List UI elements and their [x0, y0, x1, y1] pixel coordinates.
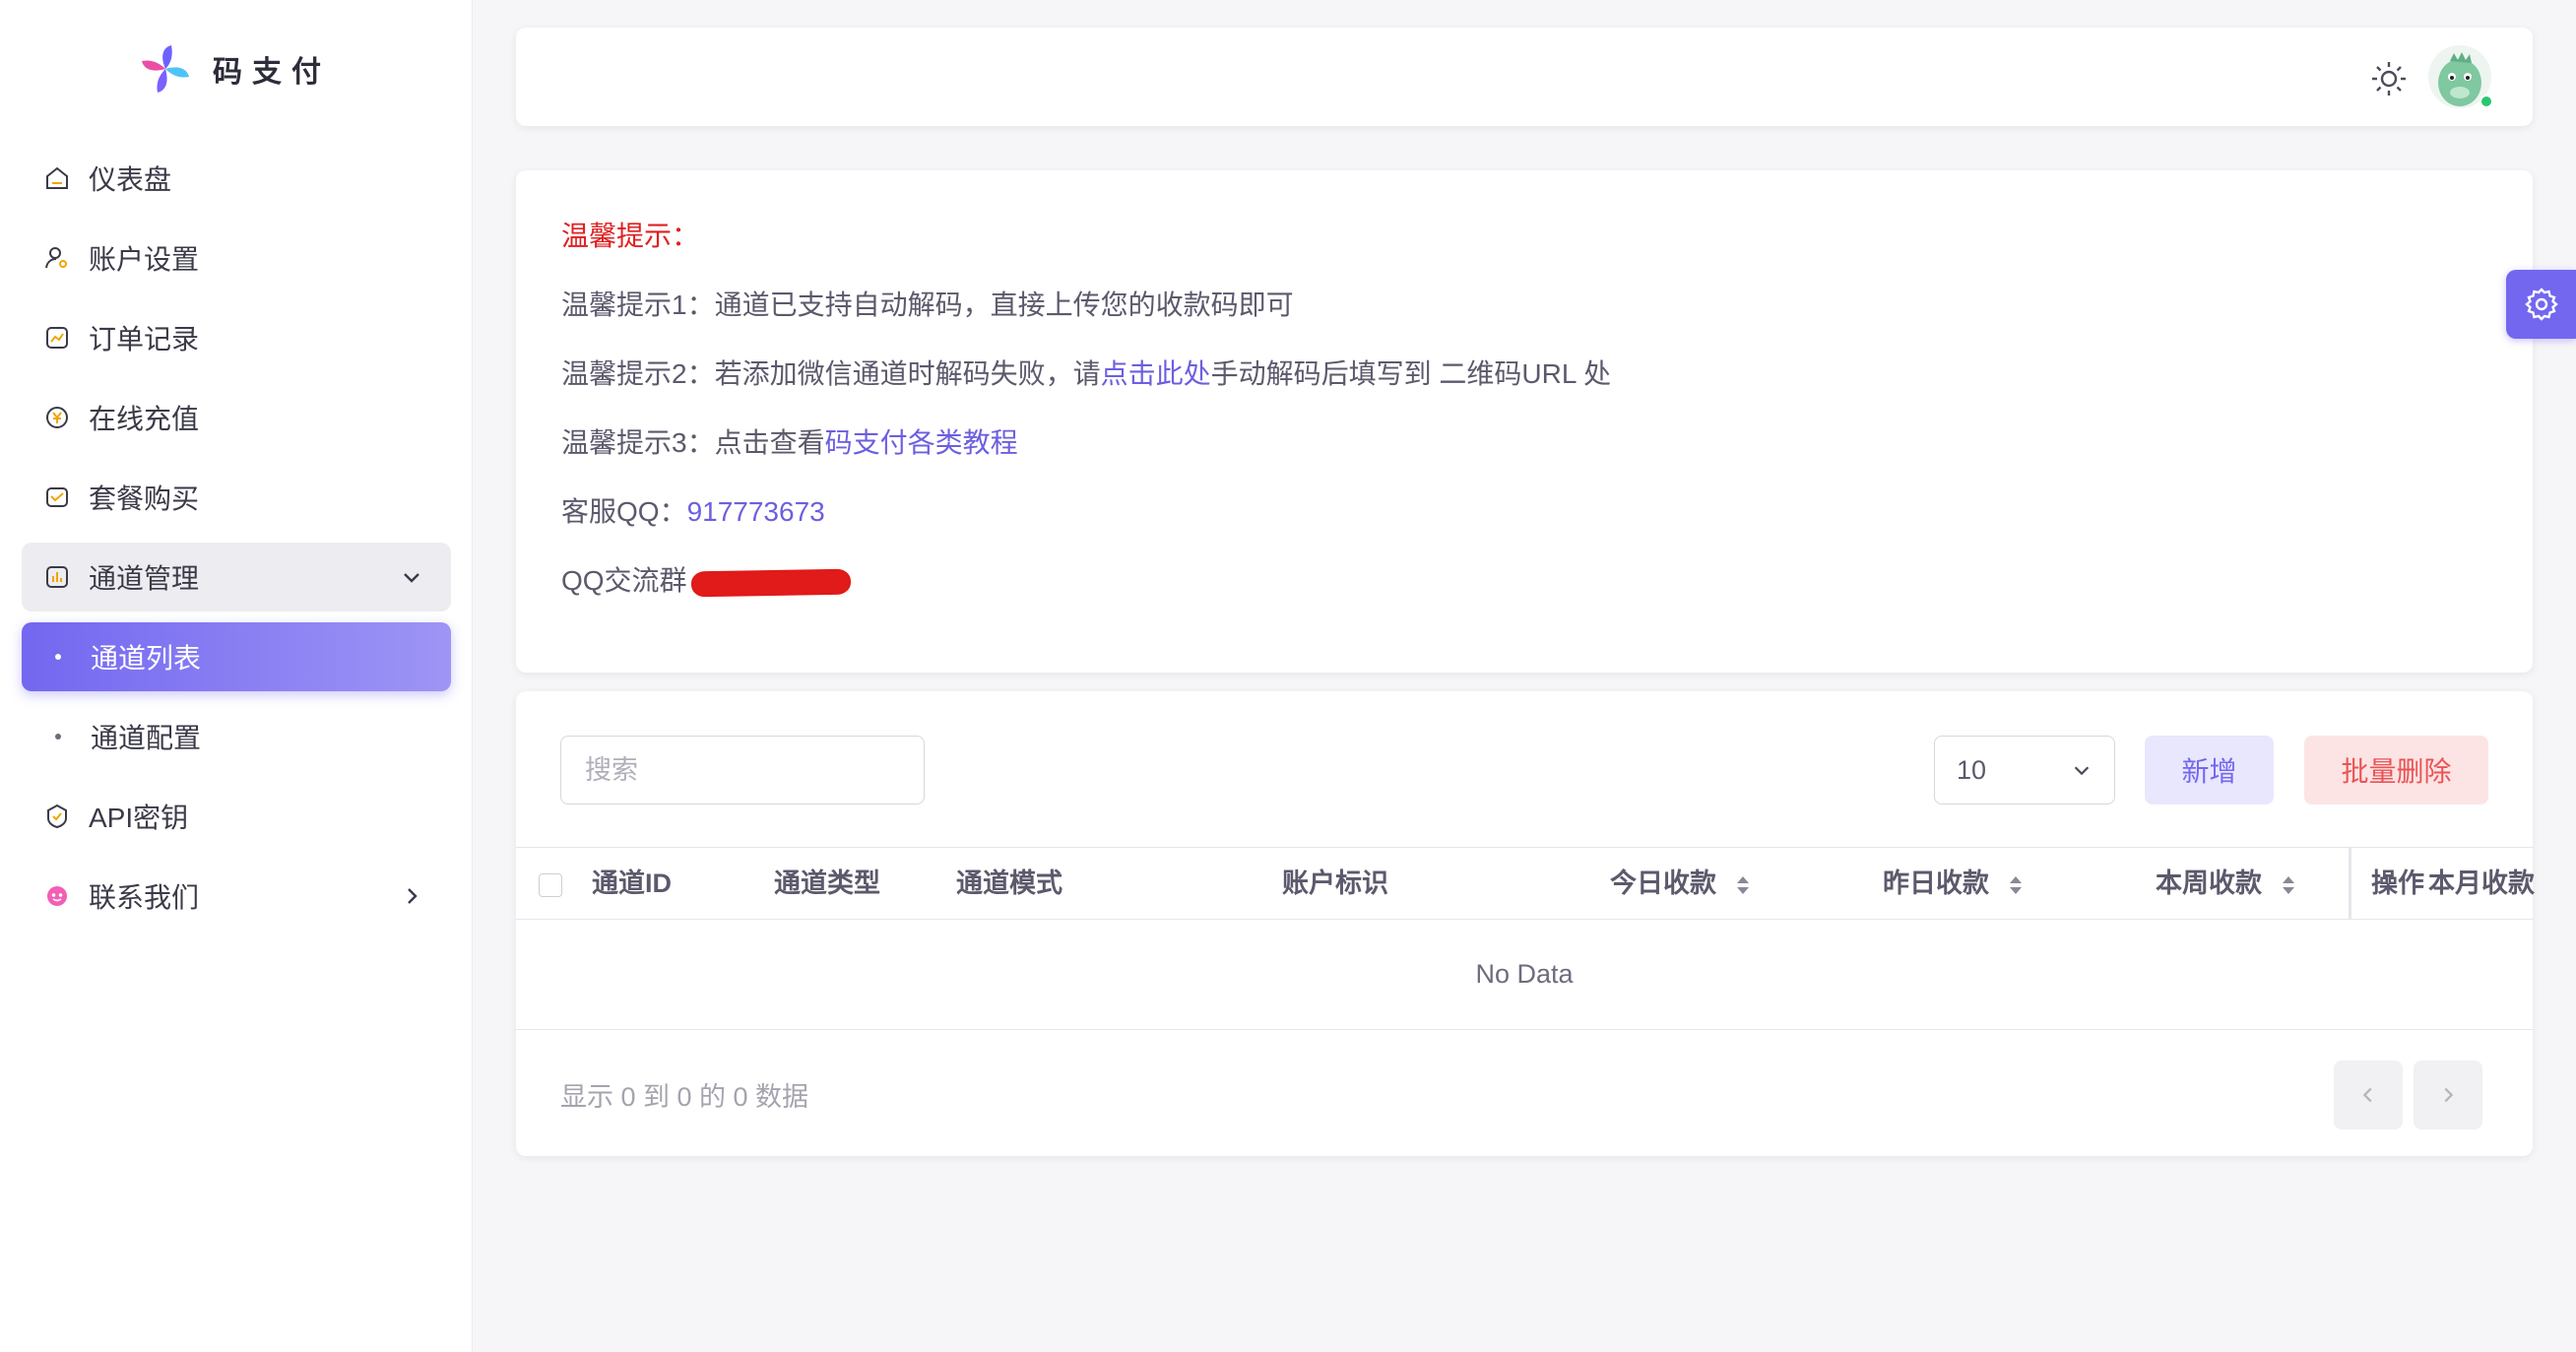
sidebar: 码支付 仪表盘 账户设置 订单记录 在线充值 套餐购买 通道管理 通道列表 通道…: [0, 0, 473, 1352]
empty-text: No Data: [1475, 959, 1574, 989]
customizer-button[interactable]: [2506, 270, 2576, 339]
redaction-mark: [690, 568, 851, 598]
add-button[interactable]: 新增: [2145, 736, 2274, 805]
column-header-label: 本周收款: [2156, 869, 2262, 898]
tip-1: 温馨提示1：通道已支持自动解码，直接上传您的收款码即可: [561, 290, 1294, 320]
brand[interactable]: 码支付: [138, 43, 331, 95]
select-all-checkbox[interactable]: [539, 873, 562, 897]
tips-card: 温馨提示： 温馨提示1：通道已支持自动解码，直接上传您的收款码即可 温馨提示2：…: [516, 170, 2533, 673]
column-header[interactable]: 账户标识: [1282, 848, 1388, 919]
sidebar-item-channel-list[interactable]: 通道列表: [22, 622, 451, 691]
support-qq: 客服QQ：917773673: [561, 491, 2487, 560]
column-header-sortable[interactable]: 今日收款: [1610, 848, 1750, 919]
column-header-sortable[interactable]: 昨日收款: [1883, 848, 2023, 919]
sidebar-item-api-key[interactable]: API密钥: [22, 782, 451, 851]
sidebar-item-label: 通道配置: [91, 723, 202, 753]
qq-group-label: QQ交流群: [561, 565, 687, 596]
tip-3: 温馨提示3：点击查看码支付各类教程: [561, 422, 2487, 491]
user-avatar[interactable]: [2428, 45, 2493, 108]
page-size-select[interactable]: 10: [1934, 736, 2115, 805]
sidebar-item-package[interactable]: 套餐购买: [22, 463, 451, 532]
column-header[interactable]: 通道类型: [774, 848, 880, 919]
column-header[interactable]: 本月收款: [2428, 848, 2535, 919]
channel-icon: [43, 563, 71, 591]
next-page-button[interactable]: [2414, 1061, 2482, 1129]
sidebar-item-label: 账户设置: [89, 244, 200, 275]
online-status-badge: [2479, 95, 2493, 108]
sidebar-item-label: 在线充值: [89, 404, 200, 434]
column-header[interactable]: 通道模式: [956, 848, 1063, 919]
manual-decode-link[interactable]: 点击此处: [1101, 358, 1211, 389]
user-settings-icon: [43, 244, 71, 272]
brand-logo-icon: [142, 45, 189, 93]
chevron-down-icon: [2074, 766, 2090, 776]
sidebar-item-dashboard[interactable]: 仪表盘: [22, 144, 451, 213]
tips-title: 温馨提示：: [561, 221, 700, 251]
sidebar-item-account-settings[interactable]: 账户设置: [22, 224, 451, 292]
sticky-column-divider: [2349, 848, 2351, 919]
chevron-down-icon: [404, 573, 419, 583]
chevron-right-icon: [2444, 1087, 2454, 1103]
qq-group: QQ交流群: [561, 560, 2487, 629]
sidebar-item-orders[interactable]: 订单记录: [22, 303, 451, 372]
tip-2-prefix: 温馨提示2：若添加微信通道时解码失败，请: [561, 358, 1101, 389]
sidebar-item-label: 通道列表: [91, 643, 202, 674]
sidebar-item-channel-management[interactable]: 通道管理: [22, 543, 451, 612]
bullet-icon: [55, 654, 61, 660]
package-icon: [43, 483, 71, 511]
top-navbar: [516, 28, 2533, 126]
chevron-left-icon: [2362, 1087, 2372, 1103]
search-input[interactable]: [560, 736, 925, 805]
column-header-sortable[interactable]: 本周收款: [2156, 848, 2295, 919]
channel-table-card: 10 新增 批量删除 通道ID 通道类型 通道模式 账户标识 今日收款 昨日收款…: [516, 691, 2535, 1156]
orders-icon: [43, 324, 71, 352]
api-key-icon: [43, 803, 71, 830]
contact-icon: [43, 882, 71, 910]
sun-icon[interactable]: [2369, 59, 2409, 98]
gear-icon: [2524, 288, 2558, 321]
sidebar-item-contact[interactable]: 联系我们: [22, 862, 451, 931]
table-header: 通道ID 通道类型 通道模式 账户标识 今日收款 昨日收款 本周收款 操作 本月…: [516, 847, 2535, 920]
support-qq-link[interactable]: 917773673: [687, 496, 825, 527]
sidebar-item-label: 联系我们: [89, 882, 200, 913]
bullet-icon: [55, 734, 61, 740]
sidebar-item-channel-config[interactable]: 通道配置: [22, 702, 451, 771]
sidebar-item-label: 仪表盘: [89, 164, 172, 195]
dashboard-icon: [43, 164, 71, 192]
batch-delete-button[interactable]: 批量删除: [2304, 736, 2488, 805]
sidebar-item-recharge[interactable]: 在线充值: [22, 383, 451, 452]
sidebar-menu: 仪表盘 账户设置 订单记录 在线充值 套餐购买 通道管理 通道列表 通道配置 A…: [22, 144, 451, 941]
sidebar-item-label: 订单记录: [89, 324, 200, 354]
sidebar-item-label: 套餐购买: [89, 483, 200, 514]
sort-icon: [2009, 875, 2022, 894]
previous-page-button[interactable]: [2334, 1061, 2403, 1129]
tip-3-prefix: 温馨提示3：点击查看: [561, 427, 825, 458]
support-qq-label: 客服QQ：: [561, 496, 687, 527]
empty-table-row: No Data: [516, 920, 2533, 1030]
column-header-label: 今日收款: [1610, 869, 1716, 898]
tutorials-link[interactable]: 码支付各类教程: [825, 427, 1018, 458]
column-header[interactable]: 通道ID: [592, 848, 672, 919]
column-header-label: 昨日收款: [1883, 869, 1989, 898]
tip-2-suffix: 手动解码后填写到 二维码URL 处: [1210, 358, 1612, 389]
chevron-right-icon: [408, 888, 418, 904]
page-size-value: 10: [1957, 754, 1987, 785]
table-info: 显示 0 到 0 的 0 数据: [560, 1082, 809, 1112]
tip-2: 温馨提示2：若添加微信通道时解码失败，请点击此处手动解码后填写到 二维码URL …: [561, 354, 2487, 422]
sort-icon: [1736, 875, 1749, 894]
sort-icon: [2282, 875, 2294, 894]
sidebar-item-label: 通道管理: [89, 563, 200, 594]
column-header: 操作: [2371, 869, 2424, 898]
sidebar-item-label: API密钥: [89, 803, 189, 833]
brand-name: 码支付: [213, 56, 331, 89]
recharge-icon: [43, 404, 71, 431]
